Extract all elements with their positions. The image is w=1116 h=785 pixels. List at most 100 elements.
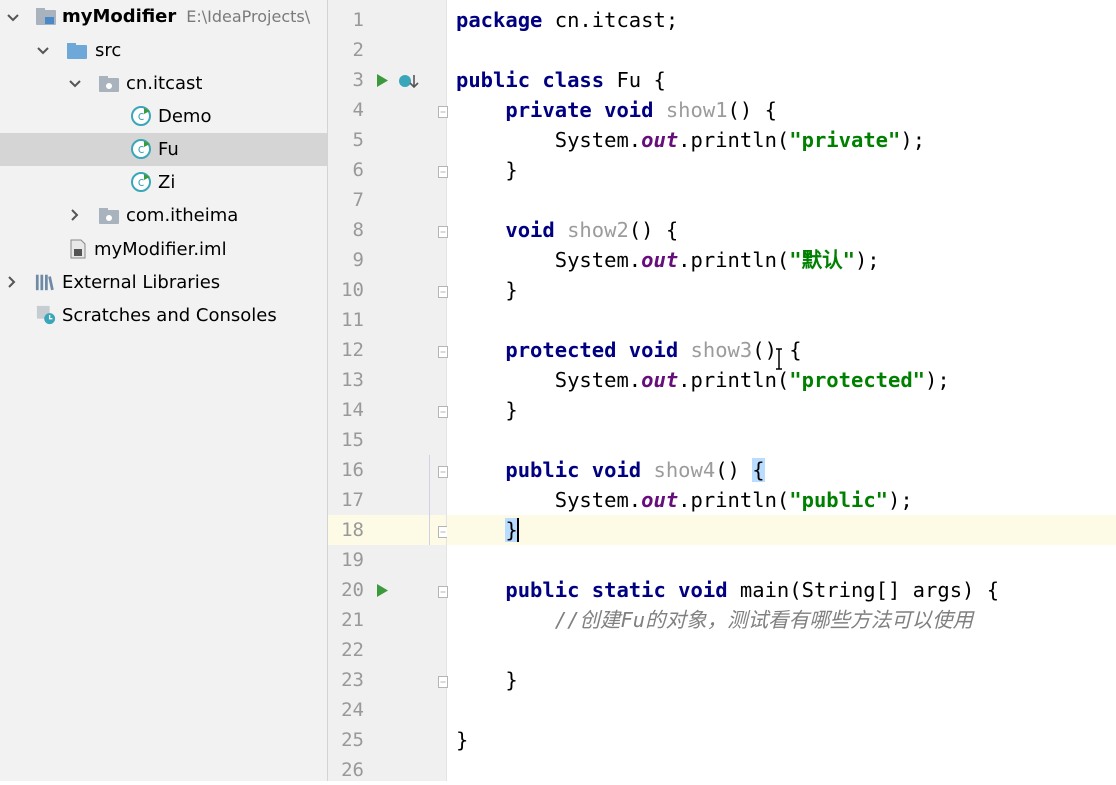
code-token: out	[641, 488, 679, 512]
tree-item-project-root[interactable]: myModifier E:\IdeaProjects\	[0, 1, 327, 34]
code-line[interactable]: public class Fu {	[447, 65, 1116, 95]
chevron-down-icon[interactable]	[6, 11, 20, 25]
code-token: private void	[505, 98, 654, 122]
svg-text:c: c	[138, 142, 145, 156]
code-token: package	[456, 8, 543, 32]
libraries-icon	[35, 272, 55, 292]
run-icon[interactable]	[376, 583, 389, 602]
code-token: }	[456, 158, 518, 182]
text-cursor-icon	[775, 348, 783, 374]
tree-item-label: Scratches and Consoles	[62, 305, 277, 326]
code-line[interactable]: }	[447, 395, 1116, 425]
tree-item-class-fu[interactable]: c Fu	[0, 133, 327, 166]
code-token: show1	[665, 98, 728, 122]
code-token: );	[900, 128, 926, 152]
code-token: }	[456, 398, 518, 422]
chevron-down-icon[interactable]	[36, 44, 50, 58]
gutter-line: 6	[328, 155, 448, 185]
code-line[interactable]	[447, 305, 1116, 335]
code-line[interactable]	[447, 695, 1116, 725]
java-class-icon: c	[131, 172, 151, 192]
gutter-line: 5	[328, 125, 446, 155]
package-icon	[99, 206, 119, 226]
code-token: show2	[567, 218, 629, 242]
code-token: "默认"	[789, 248, 855, 272]
code-line[interactable]: private void show1() {	[447, 95, 1116, 125]
code-token: show4	[653, 458, 716, 482]
code-token: //创建	[554, 608, 621, 632]
code-token: .println(	[678, 128, 790, 152]
code-line[interactable]: public static void main(String[] args) {	[447, 575, 1116, 605]
code-token: System.	[456, 248, 642, 272]
code-line[interactable]: }	[447, 275, 1116, 305]
code-token: public static void	[505, 578, 728, 602]
run-icon[interactable]	[376, 73, 389, 92]
tree-item-class-demo[interactable]: c Demo	[0, 100, 327, 133]
chevron-right-icon[interactable]	[5, 275, 19, 289]
svg-text:c: c	[138, 175, 145, 189]
project-tree-panel: myModifier E:\IdeaProjects\ src cn.itcast…	[0, 0, 328, 781]
line-number: 3	[352, 69, 364, 91]
project-folder-icon	[36, 7, 56, 27]
line-number: 1	[352, 9, 364, 31]
code-token: out	[641, 128, 679, 152]
tree-item-iml-file[interactable]: myModifier.iml	[0, 233, 327, 266]
chevron-right-icon[interactable]	[68, 208, 82, 222]
code-line[interactable]: }	[447, 155, 1116, 185]
tree-item-package-com-itheima[interactable]: com.itheima	[0, 199, 327, 232]
code-line[interactable]: System.out.println("private");	[447, 125, 1116, 155]
code-token: protected void	[505, 338, 679, 362]
line-number: 17	[341, 489, 364, 511]
code-line[interactable]: }	[447, 515, 1116, 545]
line-number: 4	[352, 99, 364, 121]
code-token: .println(	[678, 488, 790, 512]
code-token: }	[456, 278, 518, 302]
gutter-line: 4	[328, 95, 448, 125]
code-line[interactable]	[447, 35, 1116, 65]
code-editor[interactable]: 1 2 3 4 5 6 7 8 9 10 11 12 13 14 15 16 17 18 19 20 21 22 23 24 2…	[328, 0, 1116, 781]
code-token: public class	[456, 68, 605, 92]
tree-item-scratches[interactable]: Scratches and Consoles	[0, 299, 327, 332]
gutter-line: 22	[328, 635, 446, 665]
code-line[interactable]: package cn.itcast;	[447, 5, 1116, 35]
code-line[interactable]: }	[447, 725, 1116, 755]
code-token: 的对象，测试看有哪些方法可以使用	[645, 608, 974, 632]
tree-item-src[interactable]: src	[0, 34, 327, 67]
gutter-line: 8	[328, 215, 448, 245]
code-line[interactable]: void show2() {	[447, 215, 1116, 245]
code-token: ()	[715, 458, 753, 482]
line-number: 19	[341, 549, 364, 571]
code-line[interactable]: //创建Fu的对象，测试看有哪些方法可以使用	[447, 605, 1116, 635]
line-number: 26	[341, 759, 364, 781]
module-file-icon	[68, 239, 88, 259]
chevron-down-icon[interactable]	[68, 77, 82, 91]
gutter-line: 3	[328, 65, 446, 95]
line-number: 2	[352, 39, 364, 61]
tree-item-package-cn-itcast[interactable]: cn.itcast	[0, 67, 327, 100]
code-line[interactable]	[447, 185, 1116, 215]
source-folder-icon	[67, 41, 87, 61]
code-line[interactable]: System.out.println("默认");	[447, 245, 1116, 275]
code-line[interactable]	[447, 545, 1116, 575]
gutter-line: 11	[328, 305, 446, 335]
code-line[interactable]: System.out.println("public");	[447, 485, 1116, 515]
gutter-line: 21	[328, 605, 446, 635]
tree-item-label: cn.itcast	[126, 73, 203, 94]
code-line[interactable]	[447, 635, 1116, 665]
tree-item-class-zi[interactable]: c Zi	[0, 166, 327, 199]
code-line[interactable]: }	[447, 665, 1116, 695]
code-area[interactable]: package cn.itcast; public class Fu { priv…	[447, 0, 1116, 781]
tree-item-external-libraries[interactable]: External Libraries	[0, 266, 327, 299]
code-token: );	[925, 368, 950, 392]
code-line[interactable]	[447, 425, 1116, 455]
svg-text:c: c	[138, 109, 145, 123]
tree-item-label: Demo	[158, 106, 212, 127]
code-token: out	[641, 248, 679, 272]
code-token: out	[641, 368, 679, 392]
gutter-line: 2	[328, 35, 446, 65]
code-line[interactable]: public void show4() {	[447, 455, 1116, 485]
package-icon	[99, 74, 119, 94]
overridden-method-icon[interactable]	[398, 73, 420, 94]
